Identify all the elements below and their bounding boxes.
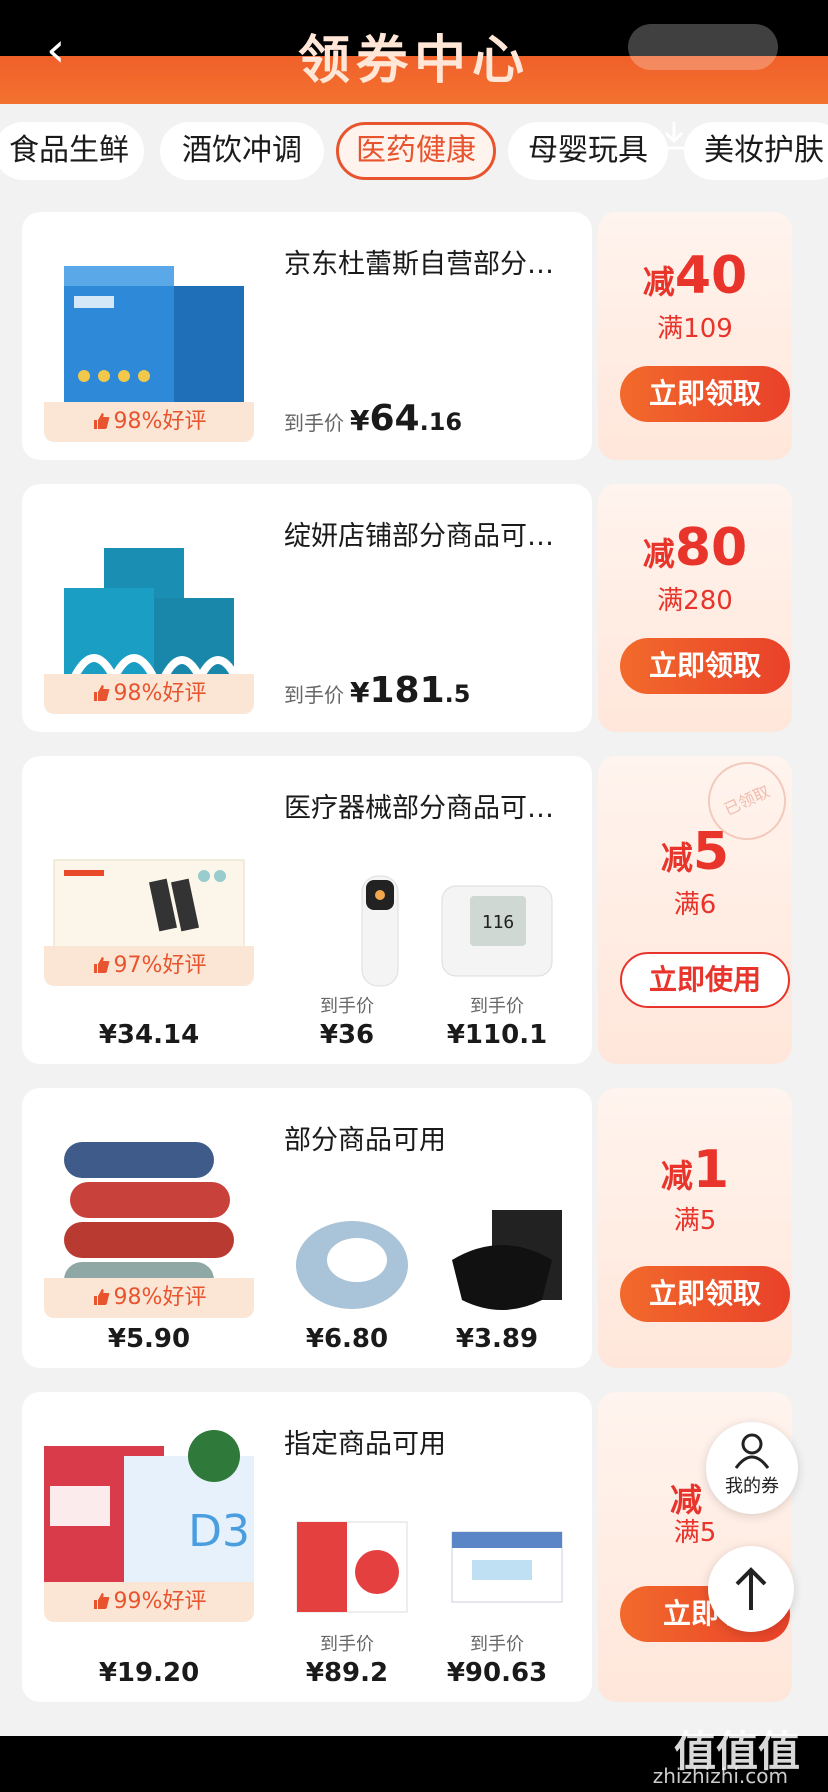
svg-text:D3: D3 — [188, 1506, 250, 1557]
coupon-value-panel: 减80 满280 立即领取 — [598, 484, 792, 732]
product-image[interactable]: 116 — [432, 866, 562, 996]
user-icon — [734, 1433, 770, 1469]
discount-value: 40 — [674, 246, 748, 306]
my-coupons-button[interactable]: 我的券 — [706, 1422, 798, 1514]
thumbs-up-icon — [93, 685, 109, 701]
product-price-label: 到手价 — [320, 1634, 374, 1655]
coupon-card[interactable]: 98%好评 京东杜蕾斯自营部分… 到手价 ¥64.16 — [22, 212, 592, 460]
thumbs-up-icon — [93, 1593, 109, 1609]
rating-badge: 97%好评 — [44, 946, 254, 986]
coupon-value-panel: 减1 满5 立即领取 — [598, 1088, 792, 1368]
thumbs-up-icon — [93, 957, 109, 973]
claim-button[interactable]: 立即领取 — [620, 1266, 790, 1322]
discount-value: 1 — [692, 1140, 730, 1200]
coupon-condition: 满6 — [673, 890, 717, 920]
coupon-title: 医疗器械部分商品可… — [284, 793, 554, 824]
product-image[interactable] — [287, 1200, 417, 1330]
price-integer: 64 — [369, 398, 420, 439]
price-integer: 181 — [369, 670, 445, 711]
product-image[interactable] — [442, 1200, 572, 1330]
coupon-value-panel: 减40 满109 立即领取 — [598, 212, 792, 460]
coupon-title: 指定商品可用 — [284, 1429, 446, 1460]
product-price: ¥36 — [319, 1020, 375, 1050]
svg-text:116: 116 — [482, 912, 515, 933]
product-price-label: 到手价 — [320, 996, 374, 1017]
price-currency: ¥ — [350, 404, 370, 437]
watermark-url: zhizhizhi.com — [652, 1764, 788, 1788]
product-price: ¥5.90 — [107, 1324, 191, 1354]
rating-badge: 98%好评 — [44, 402, 254, 442]
discount-amount: 减40 — [598, 246, 792, 306]
product-image[interactable] — [312, 866, 442, 996]
rating-badge: 99%好评 — [44, 1582, 254, 1622]
product-price: ¥3.89 — [455, 1324, 539, 1354]
arrow-up-icon — [735, 1567, 767, 1610]
tab-drinks[interactable]: 酒饮冲调 — [160, 122, 324, 180]
product-price-label: 到手价 — [470, 996, 524, 1017]
final-price: 到手价 ¥181.5 — [284, 670, 470, 711]
discount-amount: 减5 — [598, 822, 792, 882]
coupon-title: 部分商品可用 — [284, 1125, 446, 1156]
discount-amount: 减1 — [598, 1140, 792, 1200]
use-button[interactable]: 立即使用 — [620, 952, 790, 1008]
price-label: 到手价 — [284, 683, 344, 707]
header-bar: ‹ 领券中心 — [0, 0, 828, 104]
discount-prefix: 减 — [660, 839, 693, 877]
discount-prefix: 减 — [642, 535, 675, 573]
thumbs-up-icon — [93, 1289, 109, 1305]
coupon-card[interactable]: 98%好评 部分商品可用 ¥5.90 ¥6.80 ¥3.89 — [22, 1088, 592, 1368]
price-decimal: .5 — [444, 680, 471, 708]
discount-prefix: 减 — [642, 263, 675, 301]
coupon-card[interactable]: D3 99%好评 指定商品可用 ¥19.20 到手价 ¥89.2 到手价 ¥90… — [22, 1392, 592, 1702]
final-price: 到手价 ¥64.16 — [284, 398, 462, 439]
rating-text: 97%好评 — [113, 953, 207, 978]
back-to-top-button[interactable] — [708, 1546, 794, 1632]
product-price-label: 到手价 — [470, 1634, 524, 1655]
discount-value: 5 — [692, 822, 730, 882]
category-tabs: 食品生鲜 酒饮冲调 医药健康 母婴玩具 美妆护肤 — [0, 104, 828, 200]
product-price: ¥90.63 — [446, 1658, 548, 1688]
product-price: ¥6.80 — [305, 1324, 389, 1354]
download-icon[interactable] — [660, 118, 688, 154]
claim-button[interactable]: 立即领取 — [620, 366, 790, 422]
rating-badge: 98%好评 — [44, 674, 254, 714]
product-price: ¥34.14 — [98, 1020, 200, 1050]
rating-text: 98%好评 — [113, 681, 207, 706]
coupon-title: 京东杜蕾斯自营部分… — [284, 249, 554, 280]
rating-text: 98%好评 — [113, 1285, 207, 1310]
coupon-title: 绽妍店铺部分商品可… — [284, 521, 554, 552]
product-image[interactable] — [287, 1502, 417, 1632]
rating-badge: 98%好评 — [44, 1278, 254, 1318]
tab-medicine[interactable]: 医药健康 — [336, 122, 496, 180]
price-decimal: .16 — [419, 408, 463, 436]
discount-value: 80 — [674, 518, 748, 578]
price-currency: ¥ — [350, 676, 370, 709]
coupon-condition: 满5 — [673, 1518, 717, 1548]
tab-baby[interactable]: 母婴玩具 — [508, 122, 668, 180]
my-coupons-label: 我的券 — [725, 1476, 779, 1497]
product-price: ¥89.2 — [305, 1658, 389, 1688]
product-price: ¥19.20 — [98, 1658, 200, 1688]
header-action-pill[interactable] — [628, 24, 778, 70]
product-price: ¥110.1 — [446, 1020, 548, 1050]
tab-beauty[interactable]: 美妆护肤 — [684, 122, 828, 180]
product-image[interactable] — [442, 1502, 572, 1632]
coupon-condition: 满280 — [657, 586, 733, 616]
coupon-condition: 满109 — [657, 314, 733, 344]
claim-button[interactable]: 立即领取 — [620, 638, 790, 694]
coupon-value-panel: 已领取 减5 满6 立即使用 — [598, 749, 799, 1064]
discount-amount: 减80 — [598, 518, 792, 578]
rating-text: 98%好评 — [113, 409, 207, 434]
rating-text: 99%好评 — [113, 1589, 207, 1614]
thumbs-up-icon — [93, 413, 109, 429]
coupon-card[interactable]: 97%好评 医疗器械部分商品可… ¥34.14 到手价 ¥36 116 到手价 … — [22, 756, 592, 1064]
coupon-card[interactable]: 98%好评 绽妍店铺部分商品可… 到手价 ¥181.5 — [22, 484, 592, 732]
discount-prefix: 减 — [660, 1157, 693, 1195]
tab-food[interactable]: 食品生鲜 — [0, 122, 144, 180]
coupon-condition: 满5 — [673, 1206, 717, 1236]
price-label: 到手价 — [284, 411, 344, 435]
